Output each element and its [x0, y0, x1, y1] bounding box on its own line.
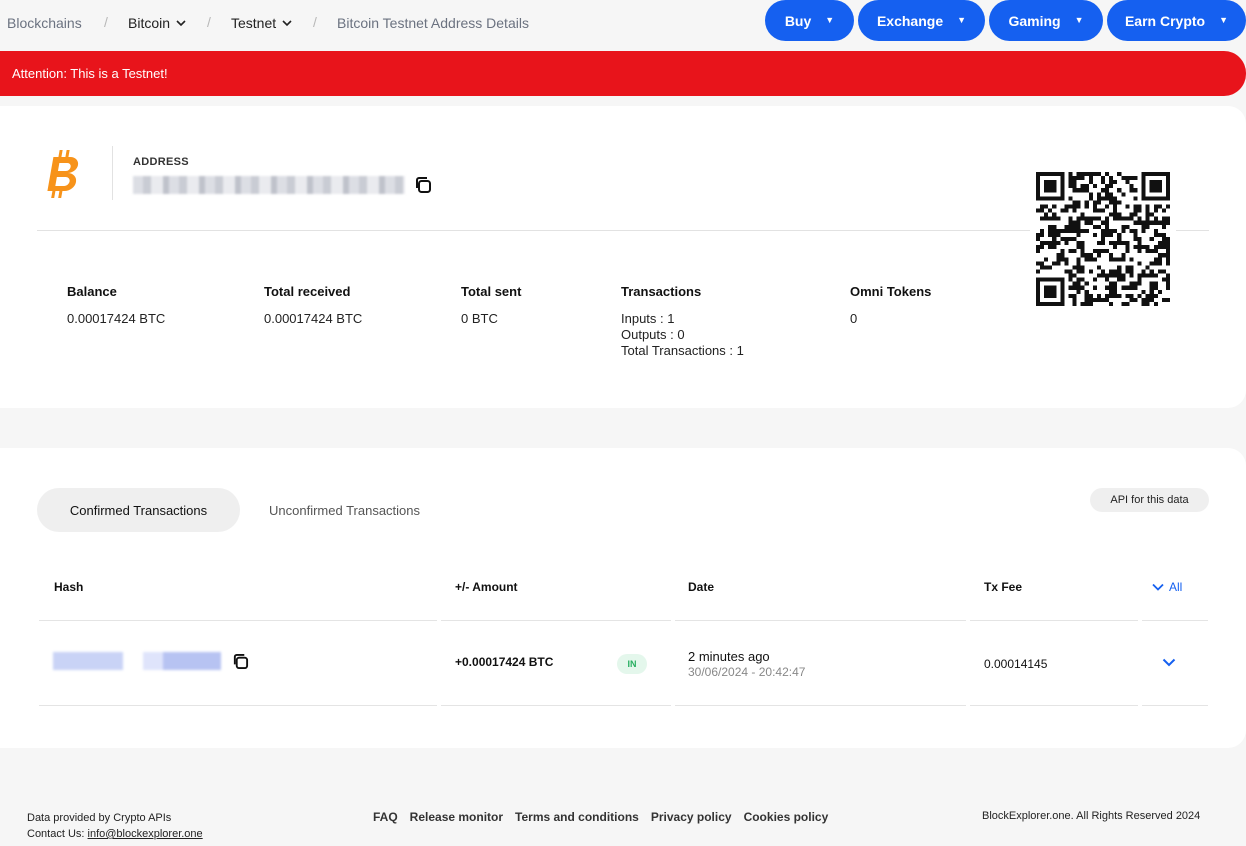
footer-link-cookies[interactable]: Cookies policy [744, 810, 829, 824]
address-value-redacted [133, 176, 405, 194]
table-divider [970, 620, 1138, 621]
breadcrumb-bitcoin-label: Bitcoin [128, 15, 171, 31]
tab-unconfirmed-transactions[interactable]: Unconfirmed Transactions [269, 503, 420, 518]
tx-hash-redacted[interactable] [53, 652, 221, 670]
header-divider [112, 146, 113, 200]
buy-button[interactable]: Buy ▼ [765, 0, 854, 41]
earn-crypto-button[interactable]: Earn Crypto ▼ [1107, 0, 1246, 41]
breadcrumb-testnet-label: Testnet [231, 15, 277, 31]
tab-confirmed-label: Confirmed Transactions [69, 502, 208, 518]
transactions-label: Transactions [621, 284, 702, 299]
total-sent-value: 0 BTC [461, 311, 498, 326]
balance-value: 0.00017424 BTC [67, 311, 166, 326]
table-divider [39, 620, 437, 621]
footer-provided: Data provided by Crypto APIs [27, 812, 172, 824]
chevron-down-icon [282, 19, 292, 27]
breadcrumb-bitcoin[interactable]: Bitcoin [128, 15, 186, 31]
breadcrumb-separator: / [104, 14, 108, 30]
api-button-label: API for this data [1110, 494, 1189, 506]
qr-code [1030, 166, 1176, 312]
gaming-label: Gaming [1008, 12, 1061, 29]
contact-label: Contact Us: [27, 828, 85, 840]
footer-copyright: BlockExplorer.one. All Rights Reserved 2… [982, 810, 1201, 822]
tab-confirmed-transactions[interactable]: Confirmed Transactions [37, 488, 240, 532]
table-divider [1142, 705, 1208, 706]
api-for-this-data-button[interactable]: API for this data [1090, 488, 1209, 512]
table-divider [441, 705, 671, 706]
breadcrumb-current-label: Bitcoin Testnet Address Details [337, 15, 529, 31]
top-bar: Blockchains / Bitcoin / Testnet / Bitcoi… [0, 0, 1246, 46]
chevron-down-icon [176, 19, 186, 27]
qr-modules [1036, 172, 1170, 306]
tx-inputs: Inputs : 1 [621, 311, 675, 326]
tx-total: Total Transactions : 1 [621, 343, 744, 358]
address-label: ADDRESS [133, 156, 189, 168]
banner-text: Attention: This is a Testnet! [12, 66, 168, 81]
chevron-down-icon: ▼ [957, 14, 967, 25]
table-divider [39, 705, 437, 706]
table-divider [970, 705, 1138, 706]
tab-unconfirmed-label: Unconfirmed Transactions [269, 503, 421, 518]
table-divider [1142, 620, 1208, 621]
tx-fee: 0.00014145 [984, 657, 1048, 671]
buy-label: Buy [784, 12, 812, 29]
tx-amount: +0.00017424 BTC [455, 655, 554, 669]
total-received-value: 0.00017424 BTC [264, 311, 363, 326]
breadcrumb-separator: / [207, 14, 211, 30]
copy-icon[interactable] [232, 653, 249, 675]
chevron-down-icon[interactable] [1162, 656, 1176, 670]
balance-label: Balance [67, 284, 117, 299]
direction-badge: IN [617, 654, 647, 674]
breadcrumb-testnet[interactable]: Testnet [231, 15, 292, 31]
chevron-down-icon: ▼ [1219, 14, 1229, 25]
chevron-down-icon: ▼ [825, 14, 835, 25]
chevron-down-icon: ▼ [1074, 14, 1084, 25]
footer-link-terms[interactable]: Terms and conditions [515, 810, 639, 824]
tx-datetime: 30/06/2024 - 20:42:47 [688, 665, 806, 679]
earn-crypto-label: Earn Crypto [1124, 12, 1206, 29]
breadcrumb-current: Bitcoin Testnet Address Details [337, 15, 529, 31]
table-divider [441, 620, 671, 621]
column-header-date: Date [688, 580, 715, 594]
breadcrumb-blockchains-label: Blockchains [7, 15, 82, 31]
exchange-button[interactable]: Exchange ▼ [858, 0, 985, 41]
bitcoin-icon [42, 148, 82, 205]
footer-links: FAQ Release monitor Terms and conditions… [373, 810, 828, 824]
expand-all-label: All [1169, 580, 1183, 594]
exchange-label: Exchange [876, 12, 944, 29]
footer-contact: Contact Us: info@blockexplorer.one [27, 826, 203, 842]
direction-label: IN [627, 659, 637, 669]
table-divider [675, 620, 966, 621]
tx-relative-time: 2 minutes ago [688, 649, 770, 664]
breadcrumb-separator: / [313, 14, 317, 30]
total-sent-label: Total sent [461, 284, 522, 299]
footer-link-faq[interactable]: FAQ [373, 810, 398, 824]
breadcrumb-blockchains[interactable]: Blockchains [7, 15, 82, 31]
address-card: ADDRESS Balance 0.00017424 BTC Total rec… [0, 106, 1246, 408]
footer-link-privacy[interactable]: Privacy policy [651, 810, 732, 824]
gaming-button[interactable]: Gaming ▼ [989, 0, 1103, 41]
column-header-amount: +/- Amount [455, 580, 518, 594]
contact-email-link[interactable]: info@blockexplorer.one [88, 828, 203, 840]
total-received-label: Total received [264, 284, 351, 299]
footer-info: Data provided by Crypto APIs Contact Us:… [27, 810, 203, 842]
transactions-value: Inputs : 1 Outputs : 0 Total Transaction… [621, 311, 744, 359]
copy-icon[interactable] [414, 176, 432, 199]
column-header-fee: Tx Fee [984, 580, 1023, 594]
omni-tokens-value: 0 [850, 311, 858, 326]
column-header-hash: Hash [54, 580, 84, 594]
transactions-card: Confirmed Transactions Unconfirmed Trans… [0, 448, 1246, 748]
chevron-down-icon [1152, 580, 1164, 594]
omni-tokens-label: Omni Tokens [850, 284, 932, 299]
footer-link-release-monitor[interactable]: Release monitor [410, 810, 503, 824]
testnet-warning-banner: Attention: This is a Testnet! [0, 51, 1246, 96]
table-divider [675, 705, 966, 706]
expand-all-toggle[interactable]: All [1152, 580, 1182, 594]
tx-outputs: Outputs : 0 [621, 327, 685, 342]
